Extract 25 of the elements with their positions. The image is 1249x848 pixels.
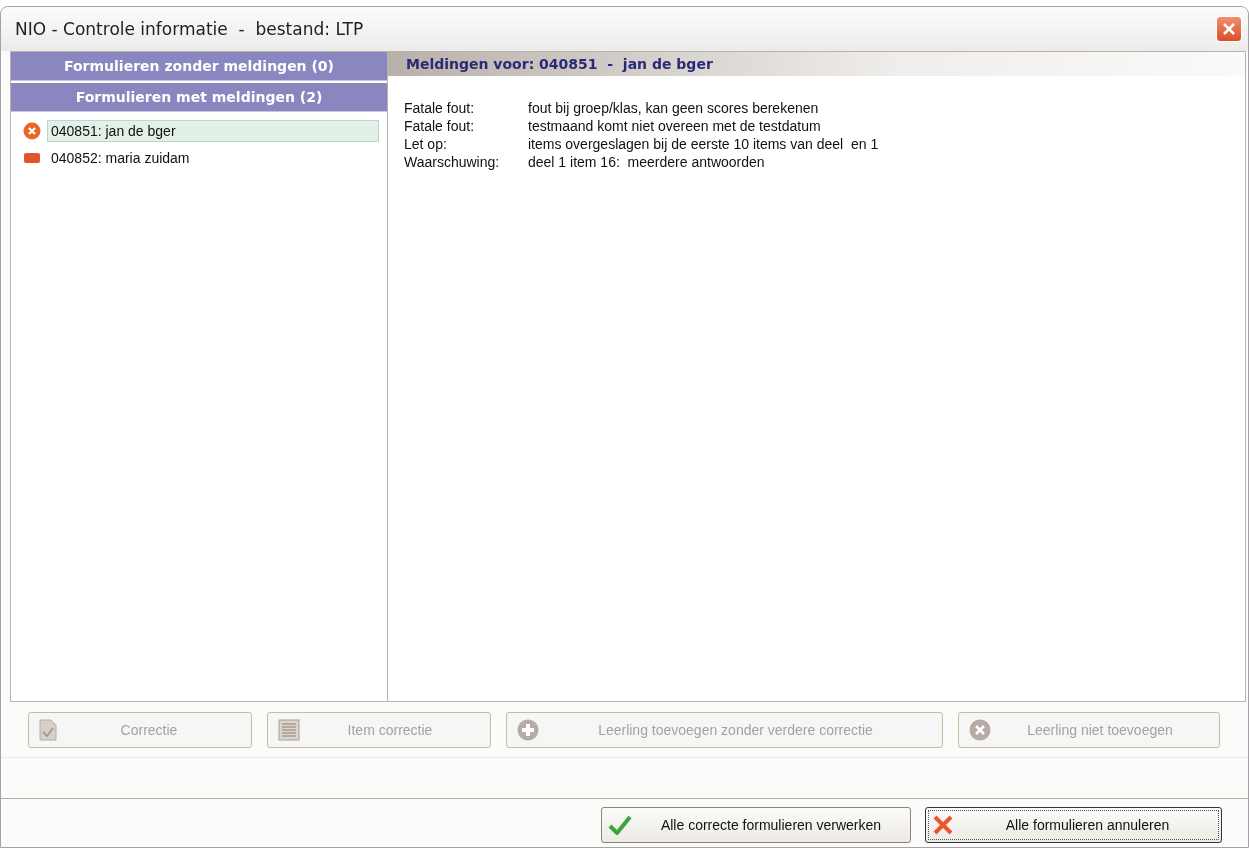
error-icon [23, 122, 41, 140]
check-icon [608, 815, 632, 835]
message-text: fout bij groep/klas, kan geen scores berekenen [528, 100, 820, 116]
message-text: items overgeslagen bij de eerste 10 items van deel en 1 [528, 136, 879, 152]
message-text: deel 1 item 16: meerdere antwoorden [528, 154, 766, 170]
message-type: Fatale fout: [404, 118, 476, 134]
list-icon [278, 718, 300, 741]
process-button[interactable]: Alle correcte formulieren verwerken [601, 807, 911, 843]
message-text: testmaand komt niet overeen met de testdatum [528, 118, 822, 134]
cross-icon [932, 815, 954, 835]
message-type: Waarschuwing: [404, 154, 501, 170]
group-header[interactable]: Formulieren zonder meldingen (0) [11, 52, 387, 81]
close-button[interactable] [1216, 16, 1242, 42]
window-title: NIO - Controle informatie - bestand: LTP [15, 19, 364, 39]
list-item[interactable]: 040852: maria zuidam [47, 147, 379, 169]
cancel-button[interactable]: Alle formulieren annuleren [925, 807, 1222, 843]
message-type: Let op: [404, 136, 448, 152]
plus-icon [517, 718, 539, 741]
message-type: Fatale fout: [404, 100, 476, 116]
group-header[interactable]: Formulieren met meldingen (2) [11, 83, 387, 112]
document-check-icon [39, 718, 57, 741]
messages-header: Meldingen voor: 040851 - jan de bger [388, 52, 1245, 76]
list-item[interactable]: 040851: jan de bger [47, 120, 379, 142]
remove-icon [969, 718, 991, 741]
warning-icon [23, 151, 41, 165]
